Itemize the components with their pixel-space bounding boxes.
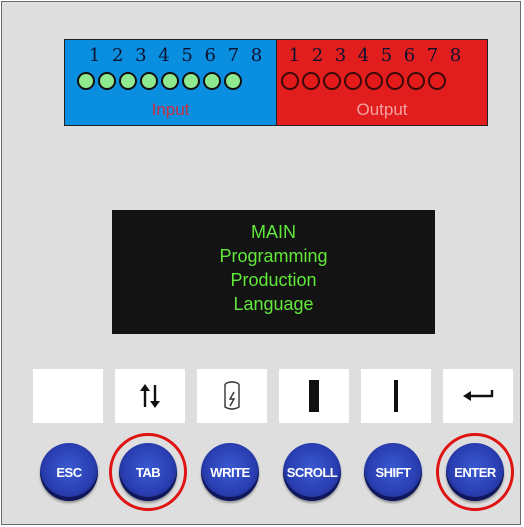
input-number: 6	[204, 45, 216, 66]
output-led	[428, 72, 446, 90]
output-number: 8	[449, 45, 462, 66]
display-menu: MAIN Programming Production Language	[112, 220, 435, 316]
enter-button[interactable]: ENTER	[446, 443, 504, 501]
input-led	[77, 72, 95, 90]
function-key-thick-bar[interactable]	[279, 369, 349, 423]
input-led	[161, 72, 179, 90]
input-label: Input	[151, 100, 190, 119]
up-down-arrows-icon	[140, 384, 160, 408]
output-led	[323, 72, 341, 90]
input-number: 4	[158, 45, 170, 66]
function-key-up-down[interactable]	[115, 369, 185, 423]
output-number: 1	[288, 45, 301, 66]
input-led	[224, 72, 242, 90]
output-number: 5	[380, 45, 393, 66]
input-number: 3	[135, 45, 147, 66]
output-number-row: 1 2 3 4 5 6 7 8	[283, 46, 467, 66]
output-number: 3	[334, 45, 347, 66]
output-number: 4	[357, 45, 370, 66]
button-row: ESC TAB WRITE SCROLL SHIFT ENTER	[2, 433, 520, 511]
output-label: Output	[356, 100, 408, 119]
input-led	[203, 72, 221, 90]
esc-button-label: ESC	[56, 464, 82, 480]
tab-button-label: TAB	[135, 464, 161, 480]
input-led	[119, 72, 137, 90]
input-number: 2	[111, 45, 124, 66]
shift-button-label: SHIFT	[375, 464, 411, 480]
output-led-row	[281, 72, 449, 96]
input-number: 5	[181, 45, 193, 66]
input-led	[140, 72, 158, 90]
esc-button[interactable]: ESC	[40, 443, 98, 501]
enter-button-label: ENTER	[454, 464, 496, 480]
output-led	[344, 72, 362, 90]
output-indicator-block: 1 2 3 4 5 6 7 8 Output	[276, 39, 488, 126]
input-led	[98, 72, 116, 90]
function-key-row	[2, 369, 520, 423]
thin-bar-icon	[394, 380, 398, 412]
output-led	[281, 72, 299, 90]
output-led	[386, 72, 404, 90]
output-led	[302, 72, 320, 90]
tab-button[interactable]: TAB	[119, 443, 177, 501]
shift-button[interactable]: SHIFT	[364, 443, 422, 501]
thick-bar-icon	[309, 380, 319, 412]
function-key-return[interactable]	[443, 369, 513, 423]
function-key-blank[interactable]	[33, 369, 103, 423]
function-key-thin-bar[interactable]	[361, 369, 431, 423]
output-number: 7	[426, 45, 439, 66]
output-led	[365, 72, 383, 90]
input-indicator-block: 1 2 3 4 5 6 7 8 Input	[64, 39, 276, 126]
display-line: Language	[233, 294, 314, 314]
control-panel: 1 2 3 4 5 6 7 8 Input 1 2 3 4 5 6 7 8 Ou…	[1, 1, 521, 525]
input-number: 7	[227, 45, 240, 66]
return-arrow-icon	[463, 390, 494, 401]
write-button[interactable]: WRITE	[201, 443, 259, 501]
display-line: Production	[230, 270, 317, 290]
display-line: Programming	[219, 246, 328, 266]
battery-icon	[224, 381, 240, 410]
input-number: 1	[88, 45, 101, 66]
display-line: MAIN	[251, 222, 296, 242]
input-number-row: 1 2 3 4 5 6 7 8	[83, 46, 268, 66]
input-led	[182, 72, 200, 90]
scroll-button[interactable]: SCROLL	[283, 443, 341, 501]
lcd-display: MAIN Programming Production Language	[112, 210, 435, 334]
output-number: 6	[403, 45, 416, 66]
output-number: 2	[311, 45, 324, 66]
scroll-button-label: SCROLL	[286, 464, 338, 480]
input-number: 8	[250, 45, 263, 66]
output-led	[407, 72, 425, 90]
write-button-label: WRITE	[210, 464, 250, 480]
function-key-battery[interactable]	[197, 369, 267, 423]
input-led-row	[77, 72, 245, 96]
